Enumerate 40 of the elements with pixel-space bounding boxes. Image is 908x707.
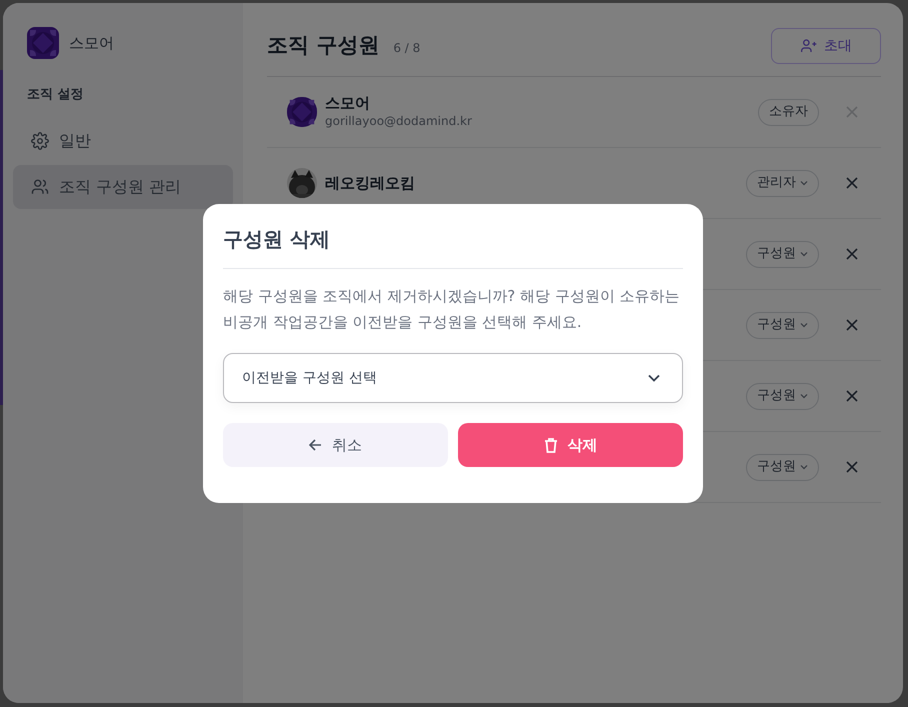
role-dropdown[interactable]: 구성원: [746, 382, 819, 410]
chevron-down-icon: [648, 374, 660, 382]
close-icon: [846, 106, 858, 118]
chevron-down-icon: [800, 464, 808, 470]
member-name: 스모어: [325, 94, 371, 112]
add-user-icon: [800, 38, 818, 54]
member-count: 6 / 8: [393, 40, 420, 57]
close-icon: [846, 461, 858, 473]
arrow-left-icon: [309, 439, 322, 451]
member-name: 레오킹레오킴: [325, 174, 415, 192]
sidebar-item[interactable]: 조직 구성원 관리: [13, 164, 233, 208]
org-name: 스모어: [69, 32, 114, 54]
chevron-down-icon: [800, 251, 808, 257]
chevron-down-icon: [800, 393, 808, 399]
invite-button[interactable]: 초대: [771, 28, 881, 64]
chevron-down-icon: [800, 322, 808, 328]
close-icon: [846, 177, 858, 189]
close-icon: [846, 248, 858, 260]
page-title: 조직 구성원: [267, 33, 380, 59]
close-icon: [846, 390, 858, 402]
role-dropdown[interactable]: 구성원: [746, 454, 819, 480]
dialog-message: 해당 구성원을 조직에서 제거하시겠습니까? 해당 구성원이 소유하는 비공개 작업공간을 이전받을 구성원을 선택해 주세요.: [223, 286, 681, 333]
settings-icon: [31, 132, 49, 150]
member-email: gorillayoo@dodamind.kr: [325, 113, 472, 130]
logo-icon: [27, 27, 59, 59]
users-icon: [31, 178, 49, 196]
logo-icon: [287, 97, 317, 127]
delete-button[interactable]: 삭제: [458, 423, 683, 467]
section-heading: 조직 설정: [26, 86, 85, 104]
role-dropdown[interactable]: 구성원: [746, 312, 819, 338]
trash-icon: [544, 437, 558, 453]
role-dropdown[interactable]: 관리자: [746, 170, 819, 196]
cancel-button[interactable]: 취소: [223, 423, 448, 467]
dialog-title: 구성원 삭제: [223, 226, 331, 253]
member-select[interactable]: 이전받을 구성원 선택: [223, 353, 683, 403]
role-badge[interactable]: 소유자: [758, 98, 819, 126]
sidebar-item[interactable]: 일반: [13, 118, 233, 162]
role-dropdown[interactable]: 구성원: [746, 240, 819, 268]
chevron-down-icon: [800, 180, 808, 186]
close-icon: [846, 319, 858, 331]
